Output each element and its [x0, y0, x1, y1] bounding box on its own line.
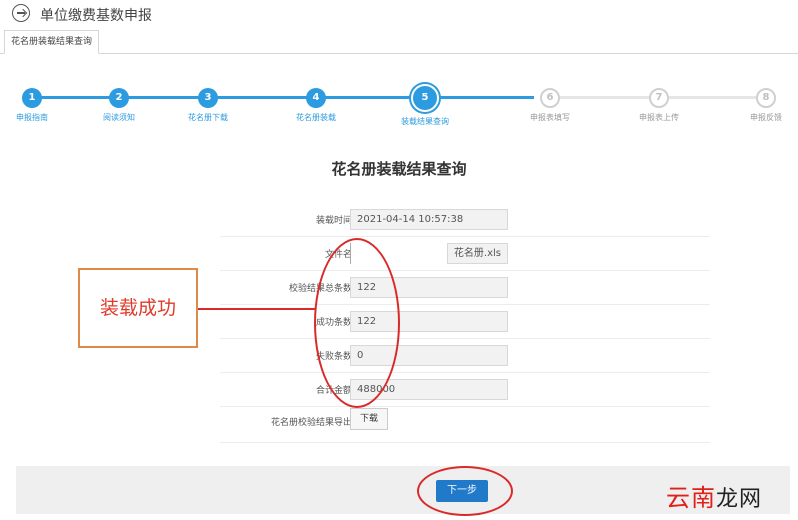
step-1-circle: 1	[22, 88, 42, 108]
highlight-ellipse	[314, 238, 400, 408]
step-2-label: 阅读须知	[103, 113, 135, 122]
form-row-fail-count: 失败条数 0	[220, 339, 710, 373]
step-2-circle: 2	[109, 88, 129, 108]
step-7-circle: 7	[649, 88, 669, 108]
step-8-circle: 8	[756, 88, 776, 108]
step-5-circle: 5	[411, 84, 439, 112]
back-arrow-icon[interactable]	[12, 4, 30, 22]
step-3-label: 花名册下载	[188, 113, 228, 122]
step-6-circle: 6	[540, 88, 560, 108]
tab-load-result-query[interactable]: 花名册装载结果查询	[4, 30, 100, 54]
step-8-label: 申报反馈	[750, 113, 782, 122]
form-row-file-name: 文件名 花名册.xls	[220, 237, 710, 271]
file-name-value: 花名册.xls	[446, 243, 508, 264]
download-button[interactable]: 下载	[350, 408, 388, 430]
load-time-field: 2021-04-14 10:57:38	[350, 209, 508, 230]
step-5-label: 装载结果查询	[401, 117, 449, 126]
stepper-line-done	[438, 96, 534, 99]
next-highlight-ellipse	[417, 466, 513, 516]
form-row-load-time: 装载时间 2021-04-14 10:57:38	[220, 203, 710, 237]
step-3-circle: 3	[198, 88, 218, 108]
form-row-total-amount: 合计金额 488000	[220, 373, 710, 407]
step-4-circle: 4	[306, 88, 326, 108]
stepper-line-done	[34, 96, 426, 99]
callout-box: 装载成功	[78, 268, 198, 348]
form-row-success-count: 成功条数 122	[220, 305, 710, 339]
tab-bar: 花名册装载结果查询	[0, 30, 798, 54]
top-bar: 单位缴费基数申报	[0, 0, 798, 28]
form-row-total-count: 校验结果总条数 122	[220, 271, 710, 305]
step-6-label: 申报表填写	[530, 113, 570, 122]
form-row-export: 花名册校验结果导出 下载	[220, 403, 710, 443]
watermark-part2: 龙网	[716, 487, 763, 512]
step-7-label: 申报表上传	[639, 113, 679, 122]
watermark-part1: 云南	[666, 484, 716, 512]
load-time-label: 装载时间	[315, 216, 352, 226]
step-4-label: 花名册装载	[296, 113, 336, 122]
step-1-label: 申报指南	[16, 113, 48, 122]
form-title: 花名册装载结果查询	[331, 160, 467, 178]
progress-stepper: 1 申报指南 2 阅读须知 3 花名册下载 4 花名册装载 5 装载结果查询 6…	[0, 84, 798, 126]
watermark: 云南龙网	[666, 478, 762, 513]
callout-connector	[198, 308, 316, 310]
export-label: 花名册校验结果导出	[270, 418, 352, 428]
page-title: 单位缴费基数申报	[40, 8, 152, 24]
